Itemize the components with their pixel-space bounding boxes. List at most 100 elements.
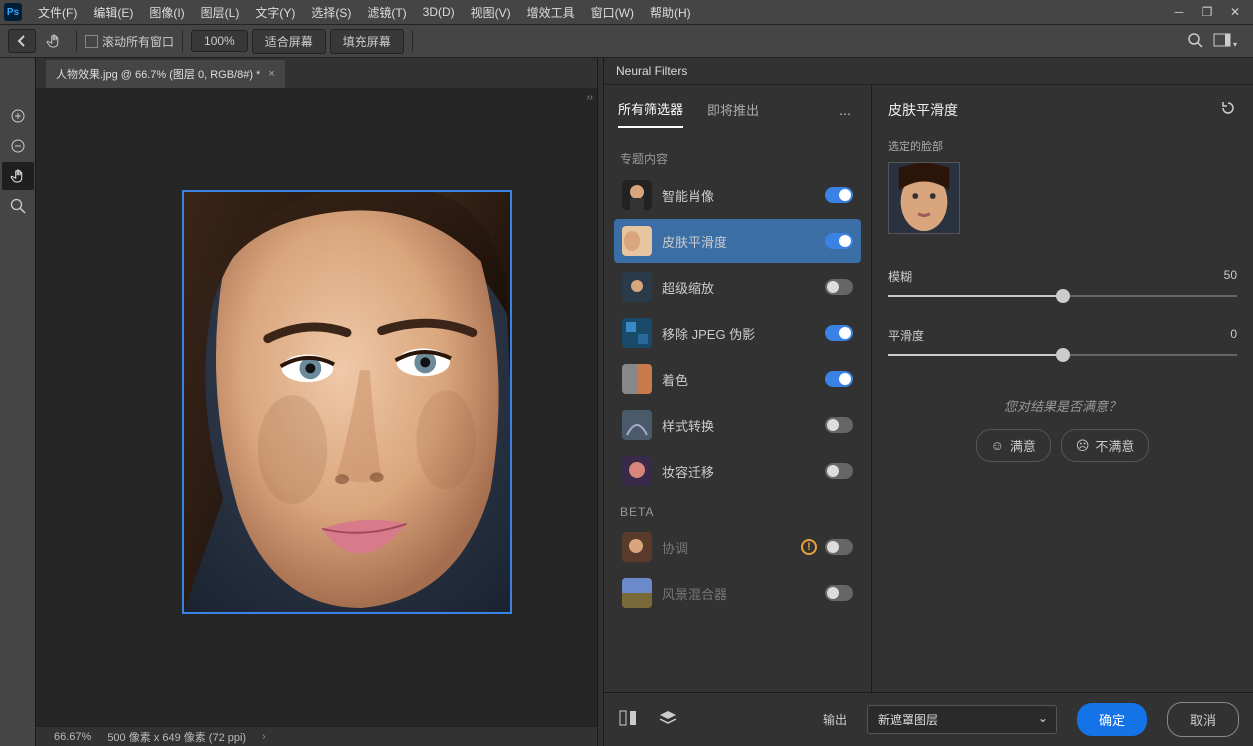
main-area: 人物效果.jpg @ 66.7% (图层 0, RGB/8#) * × [0, 58, 1253, 746]
selected-face-thumb[interactable] [888, 162, 960, 234]
menu-bar: Ps 文件(F) 编辑(E) 图像(I) 图层(L) 文字(Y) 选择(S) 滤… [0, 0, 1253, 24]
tab-close-icon[interactable]: × [268, 68, 274, 80]
layers-icon[interactable] [658, 709, 678, 730]
filter-superzoom-label: 超级缩放 [662, 278, 825, 297]
status-bar: 66.67% 500 像素 x 649 像素 (72 ppi) › [36, 726, 597, 746]
canvas-area: 人物效果.jpg @ 66.7% (图层 0, RGB/8#) * × [36, 58, 597, 746]
options-bar: 滚动所有窗口 100% 适合屏幕 填充屏幕 ▾ [0, 24, 1253, 58]
filter-skin-smoothing[interactable]: 皮肤平滑度 [614, 219, 861, 263]
status-docinfo: 500 像素 x 649 像素 (72 ppi) [107, 729, 246, 745]
search-icon[interactable] [1187, 32, 1203, 51]
menu-plugins[interactable]: 增效工具 [519, 0, 583, 24]
filter-harmonization[interactable]: 协调 ! [614, 525, 861, 569]
menu-window[interactable]: 窗口(W) [583, 0, 642, 24]
toggle-makeup[interactable] [825, 463, 853, 479]
smooth-slider-block: 平滑度 0 [888, 327, 1237, 356]
menu-file[interactable]: 文件(F) [30, 0, 85, 24]
filter-colorize[interactable]: 着色 [614, 357, 861, 401]
filter-jpeg-artifacts[interactable]: 移除 JPEG 伪影 [614, 311, 861, 355]
menu-edit[interactable]: 编辑(E) [85, 0, 141, 24]
selected-face-label: 选定的脸部 [888, 138, 1237, 154]
nf-settings-title: 皮肤平滑度 [888, 100, 958, 120]
feedback-yes-button[interactable]: ☺满意 [976, 429, 1051, 462]
toggle-jpeg[interactable] [825, 325, 853, 341]
nf-footer: 输出 新遮罩图层 ⌄ 确定 取消 [604, 692, 1253, 746]
toggle-harmonization[interactable] [825, 539, 853, 555]
fit-screen-button[interactable]: 适合屏幕 [252, 29, 326, 54]
reset-icon[interactable] [1219, 99, 1237, 120]
blur-slider-block: 模糊 50 [888, 268, 1237, 297]
feedback-no-button[interactable]: ☹ 不满意 [1061, 429, 1150, 462]
expand-panels-icon[interactable]: ›› [586, 92, 593, 103]
filter-smart-portrait[interactable]: 智能肖像 [614, 173, 861, 217]
frown-icon: ☹ [1076, 438, 1090, 454]
blur-label: 模糊 [888, 268, 912, 285]
toggle-landscape[interactable] [825, 585, 853, 601]
zoom-100-button[interactable]: 100% [191, 30, 248, 52]
filter-smart-portrait-label: 智能肖像 [662, 186, 825, 205]
feedback-yes-label: 满意 [1010, 436, 1036, 455]
before-after-icon[interactable] [618, 709, 638, 730]
zoom-in-tool-icon[interactable] [2, 102, 34, 130]
filter-colorize-label: 着色 [662, 370, 825, 389]
smooth-slider[interactable] [888, 354, 1237, 356]
nf-settings-pane: 皮肤平滑度 选定的脸部 模糊 50 [872, 85, 1253, 692]
minimize-icon[interactable]: ─ [1165, 1, 1193, 23]
workspace-icon[interactable]: ▾ [1213, 33, 1237, 50]
scroll-all-label: 滚动所有窗口 [102, 33, 174, 50]
filter-style-transfer[interactable]: 样式转换 [614, 403, 861, 447]
neural-filters-panel: Neural Filters 所有筛选器 即将推出 ⋯ 专题内容 智能肖像 [603, 58, 1253, 746]
neural-filters-header: Neural Filters [604, 58, 1253, 85]
menu-select[interactable]: 选择(S) [303, 0, 359, 24]
filter-harmonize-label: 协调 [662, 538, 801, 557]
status-chevron-icon[interactable]: › [262, 731, 266, 743]
filter-super-zoom[interactable]: 超级缩放 [614, 265, 861, 309]
home-back-button[interactable] [8, 29, 36, 53]
output-select[interactable]: 新遮罩图层 ⌄ [867, 705, 1057, 734]
filter-style-label: 样式转换 [662, 416, 825, 435]
cancel-button[interactable]: 取消 [1167, 702, 1239, 737]
hand-tool-icon[interactable] [40, 29, 68, 53]
blur-value: 50 [1224, 268, 1237, 285]
warning-icon: ! [801, 539, 817, 555]
close-icon[interactable]: ✕ [1221, 1, 1249, 23]
feedback-no-label: 不满意 [1095, 436, 1134, 455]
toggle-colorize[interactable] [825, 371, 853, 387]
menu-view[interactable]: 视图(V) [463, 0, 519, 24]
tab-all-filters[interactable]: 所有筛选器 [618, 99, 683, 128]
output-label: 输出 [823, 711, 847, 728]
scroll-all-checkbox[interactable]: 滚动所有窗口 [85, 33, 174, 50]
document-tab[interactable]: 人物效果.jpg @ 66.7% (图层 0, RGB/8#) * × [46, 60, 285, 88]
photoshop-logo-icon: Ps [4, 3, 22, 21]
menu-filter[interactable]: 滤镜(T) [359, 0, 414, 24]
toggle-super-zoom[interactable] [825, 279, 853, 295]
canvas-image[interactable] [182, 190, 512, 614]
toggle-style[interactable] [825, 417, 853, 433]
menu-type[interactable]: 文字(Y) [247, 0, 303, 24]
filter-jpeg-label: 移除 JPEG 伪影 [662, 324, 825, 343]
chevron-down-icon: ⌄ [1038, 711, 1048, 725]
menu-layer[interactable]: 图层(L) [193, 0, 248, 24]
filter-landscape-mixer[interactable]: 风景混合器 [614, 571, 861, 615]
toggle-smart-portrait[interactable] [825, 187, 853, 203]
blur-slider[interactable] [888, 295, 1237, 297]
nf-more-icon[interactable]: ⋯ [839, 107, 857, 121]
hand-tool-button[interactable] [2, 162, 34, 190]
toggle-skin-smoothing[interactable] [825, 233, 853, 249]
section-featured-label: 专题内容 [604, 140, 871, 173]
fill-screen-button[interactable]: 填充屏幕 [330, 29, 404, 54]
menu-image[interactable]: 图像(I) [141, 0, 192, 24]
zoom-tool-button[interactable] [2, 192, 34, 220]
filter-makeup-transfer[interactable]: 妆容迁移 [614, 449, 861, 493]
tab-upcoming[interactable]: 即将推出 [707, 100, 759, 127]
output-select-value: 新遮罩图层 [878, 713, 938, 727]
menu-help[interactable]: 帮助(H) [642, 0, 699, 24]
document-tab-title: 人物效果.jpg @ 66.7% (图层 0, RGB/8#) * [56, 66, 260, 82]
maximize-icon[interactable]: ❐ [1193, 1, 1221, 23]
status-zoom: 66.67% [54, 731, 91, 743]
menu-3d[interactable]: 3D(D) [415, 0, 463, 24]
zoom-out-tool-icon[interactable] [2, 132, 34, 160]
ok-button[interactable]: 确定 [1077, 703, 1147, 736]
section-beta-label: BETA [614, 495, 861, 525]
filter-landscape-label: 风景混合器 [662, 584, 825, 603]
